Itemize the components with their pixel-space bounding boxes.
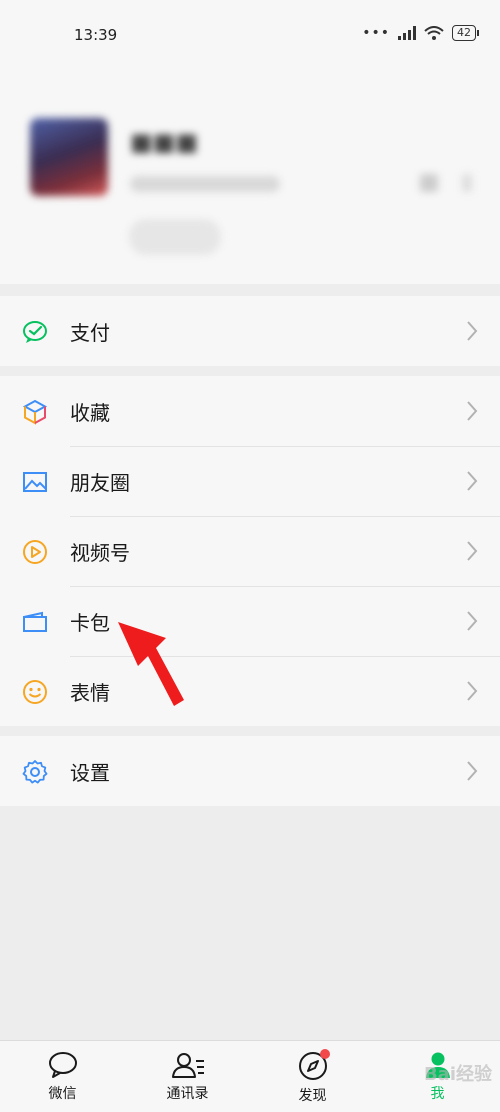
chevron-right-icon [467, 541, 478, 561]
chevron-right-icon [467, 761, 478, 781]
picture-icon [22, 469, 48, 495]
profile-header[interactable]: ■■■ [0, 70, 500, 284]
menu-group-pay: 支付 [0, 296, 500, 366]
menu-item-moments[interactable]: 朋友圈 [0, 446, 500, 516]
profile-chevron-icon [462, 174, 472, 192]
menu-item-pay[interactable]: 支付 [0, 296, 500, 366]
cube-icon [22, 399, 48, 425]
tab-label: 微信 [48, 1086, 77, 1102]
menu-group-settings: 设置 [0, 736, 500, 806]
smile-icon [22, 679, 48, 705]
tab-label: 我 [430, 1086, 445, 1102]
avatar[interactable] [30, 118, 108, 196]
badge-dot [320, 1049, 330, 1059]
status-bar: 13:39 ••• 42 [0, 0, 500, 70]
menu-item-label: 表情 [70, 681, 110, 705]
menu-group-main: 收藏 朋友圈 视频号 卡包 表情 [0, 376, 500, 726]
play-circle-icon [22, 539, 48, 565]
chevron-right-icon [467, 611, 478, 631]
bottom-tab-bar: 微信 通讯录 发现 我 Bai经验 [0, 1040, 500, 1112]
battery-indicator: 42 [452, 25, 479, 41]
menu-item-stickers[interactable]: 表情 [0, 656, 500, 726]
chevron-right-icon [467, 681, 478, 701]
nickname-blurred: ■■■ [130, 128, 199, 156]
tab-label: 发现 [298, 1088, 327, 1104]
watermark-logo: Bai经验 [423, 1064, 492, 1085]
wechat-id-blurred [130, 176, 280, 192]
tab-contacts[interactable]: 通讯录 [125, 1041, 250, 1112]
chevron-right-icon [467, 401, 478, 421]
menu-item-favorites[interactable]: 收藏 [0, 376, 500, 446]
menu-item-label: 视频号 [70, 541, 130, 565]
wechat-pay-icon [22, 319, 48, 345]
signal-icon [398, 26, 416, 40]
menu-item-label: 支付 [70, 321, 110, 345]
tab-chats[interactable]: 微信 [0, 1041, 125, 1112]
chevron-right-icon [467, 321, 478, 341]
tab-label: 通讯录 [166, 1086, 209, 1102]
chevron-right-icon [467, 471, 478, 491]
status-time: 13:39 [74, 26, 118, 44]
contacts-icon [171, 1053, 204, 1078]
menu-item-label: 朋友圈 [70, 471, 130, 495]
menu-item-label: 设置 [70, 761, 110, 785]
menu-item-settings[interactable]: 设置 [0, 736, 500, 806]
wifi-icon [424, 26, 444, 40]
chat-bubble-icon [48, 1052, 77, 1078]
menu-item-cards[interactable]: 卡包 [0, 586, 500, 656]
more-dots-icon: ••• [362, 25, 390, 41]
menu-item-label: 卡包 [70, 611, 110, 635]
menu-item-channels[interactable]: 视频号 [0, 516, 500, 586]
card-icon [22, 609, 48, 635]
status-icons: ••• 42 [362, 25, 479, 41]
status-button[interactable] [130, 220, 220, 254]
menu-item-label: 收藏 [70, 401, 110, 425]
tab-discover[interactable]: 发现 [250, 1041, 375, 1112]
gear-icon [22, 759, 48, 785]
qr-code-icon[interactable] [420, 174, 438, 192]
